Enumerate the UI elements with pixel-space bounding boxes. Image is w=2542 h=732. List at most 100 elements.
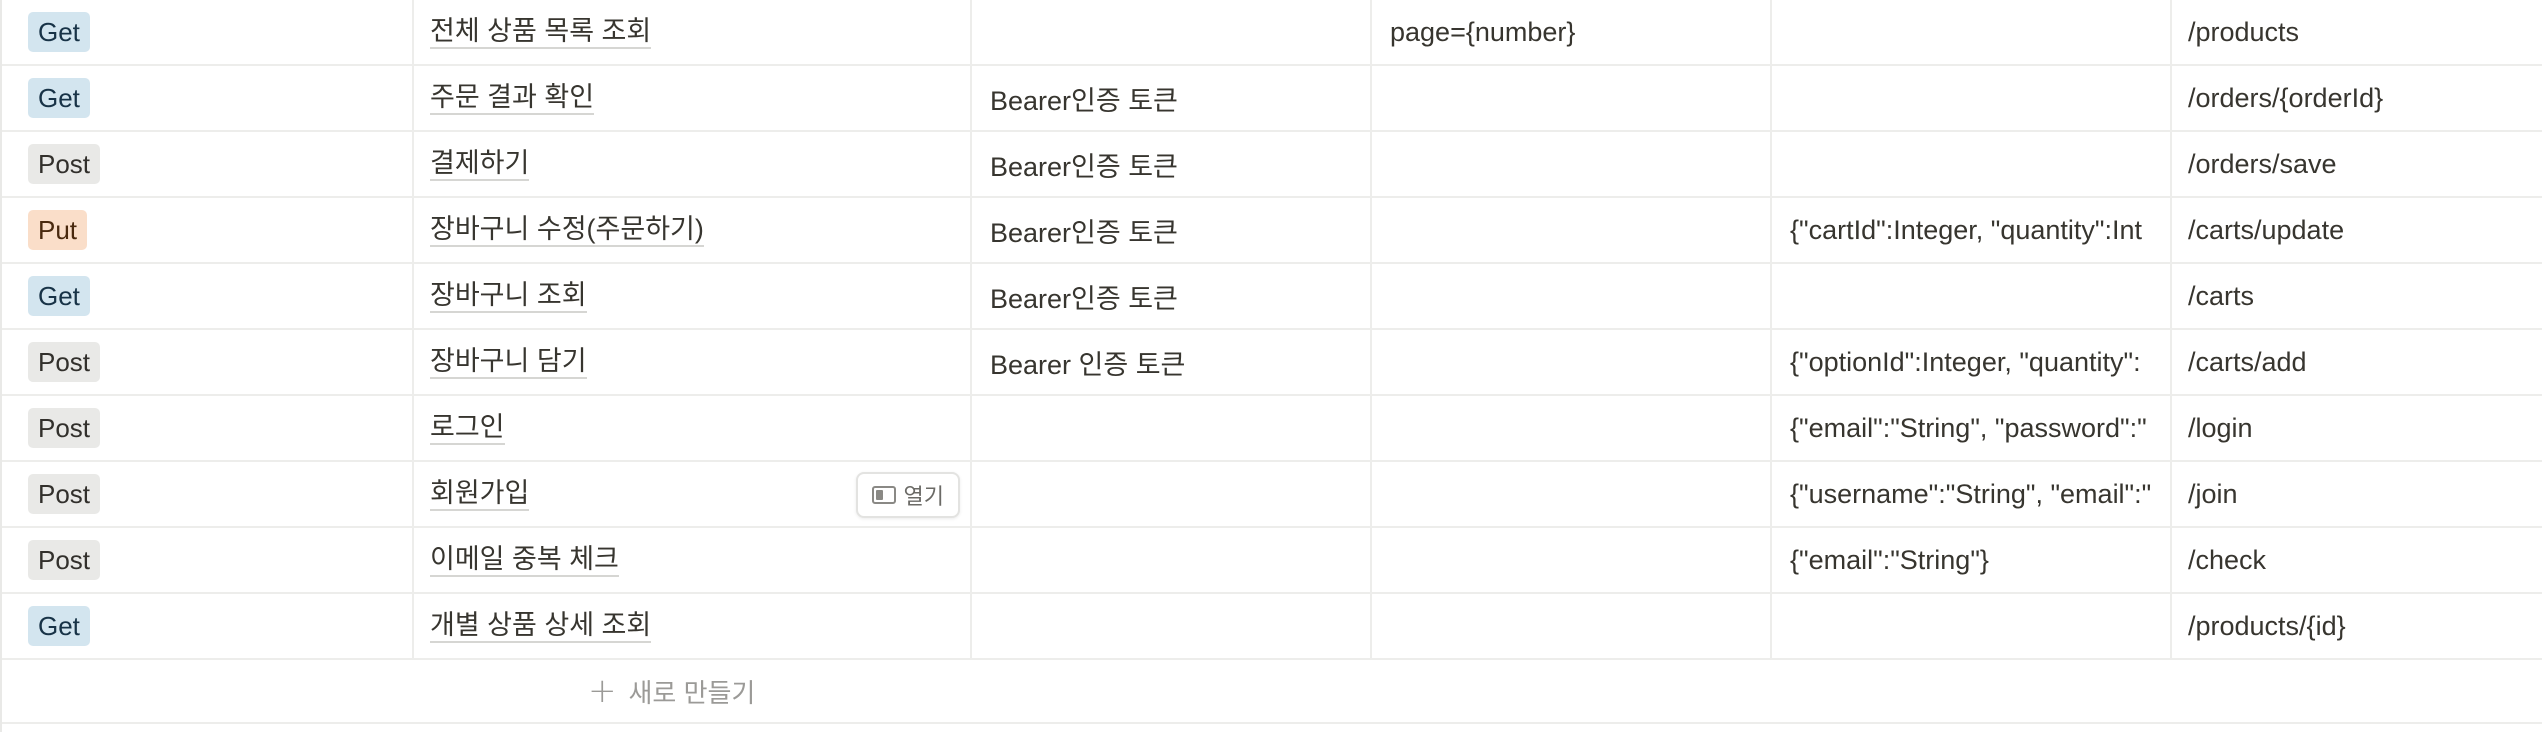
method-tag: Get <box>28 12 90 52</box>
body-cell[interactable] <box>1772 594 2172 658</box>
auth-cell[interactable] <box>972 0 1372 64</box>
endpoint-cell[interactable]: /carts/add <box>2172 330 2542 394</box>
method-cell[interactable]: Get <box>2 594 414 658</box>
method-cell[interactable]: Post <box>2 330 414 394</box>
side-peek-icon <box>871 486 896 504</box>
row-title[interactable]: 주문 결과 확인 <box>430 81 595 115</box>
body-cell[interactable]: {"optionId":Integer, "quantity": <box>1772 330 2172 394</box>
new-row-button[interactable]: + 새로 만들기 <box>588 660 755 722</box>
row-title[interactable]: 회원가입 <box>430 477 530 511</box>
title-cell[interactable]: 로그인 <box>414 396 972 460</box>
auth-cell[interactable]: Bearer인증 토큰 <box>972 264 1372 328</box>
param-cell[interactable] <box>1372 330 1772 394</box>
endpoint-value: /orders/save <box>2188 148 2337 179</box>
param-cell[interactable] <box>1372 264 1772 328</box>
endpoint-cell[interactable]: /carts/update <box>2172 198 2542 262</box>
method-cell[interactable]: Post <box>2 132 414 196</box>
row-title[interactable]: 장바구니 담기 <box>430 345 587 379</box>
auth-value: Bearer인증 토큰 <box>990 85 1178 116</box>
endpoint-value: /check <box>2188 544 2267 575</box>
title-cell[interactable]: 이메일 중복 체크 <box>414 528 972 592</box>
method-cell[interactable]: Post <box>2 528 414 592</box>
method-cell[interactable]: Post <box>2 462 414 526</box>
body-cell[interactable]: {"email":"String"} <box>1772 528 2172 592</box>
body-cell[interactable] <box>1772 264 2172 328</box>
api-table: Get 전체 상품 목록 조회 page={number} /products … <box>0 0 2542 732</box>
endpoint-cell[interactable]: /carts <box>2172 264 2542 328</box>
body-cell[interactable]: {"username":"String", "email":" <box>1772 462 2172 526</box>
method-tag: Post <box>28 408 101 448</box>
auth-cell[interactable]: Bearer인증 토큰 <box>972 66 1372 130</box>
row-title[interactable]: 결제하기 <box>430 147 530 181</box>
body-cell[interactable]: {"email":"String", "password":" <box>1772 396 2172 460</box>
auth-cell[interactable] <box>972 528 1372 592</box>
method-tag: Post <box>28 144 101 184</box>
body-cell[interactable] <box>1772 132 2172 196</box>
row-title[interactable]: 개별 상품 상세 조회 <box>430 609 652 643</box>
endpoint-cell[interactable]: /products/{id} <box>2172 594 2542 658</box>
row-title[interactable]: 장바구니 수정(주문하기) <box>430 213 704 247</box>
param-cell[interactable] <box>1372 66 1772 130</box>
open-page-button[interactable]: 열기 <box>855 472 960 518</box>
body-cell[interactable] <box>1772 0 2172 64</box>
auth-cell[interactable]: Bearer인증 토큰 <box>972 132 1372 196</box>
auth-cell[interactable] <box>972 462 1372 526</box>
method-tag: Put <box>28 210 88 250</box>
title-cell[interactable]: 장바구니 수정(주문하기) <box>414 198 972 262</box>
table-row: Post 회원가입 열기 {"username":"String", "emai… <box>2 462 2542 528</box>
title-cell[interactable]: 결제하기 <box>414 132 972 196</box>
param-cell[interactable] <box>1372 198 1772 262</box>
plus-icon: + <box>588 671 617 711</box>
table-row: Put 장바구니 수정(주문하기) Bearer인증 토큰 {"cartId":… <box>2 198 2542 264</box>
endpoint-cell[interactable]: /products <box>2172 0 2542 64</box>
method-cell[interactable]: Get <box>2 66 414 130</box>
method-cell[interactable]: Post <box>2 396 414 460</box>
auth-cell[interactable] <box>972 594 1372 658</box>
body-cell[interactable] <box>1772 66 2172 130</box>
body-cell[interactable]: {"cartId":Integer, "quantity":Int <box>1772 198 2172 262</box>
endpoint-cell[interactable]: /login <box>2172 396 2542 460</box>
table-row: Post 장바구니 담기 Bearer 인증 토큰 {"optionId":In… <box>2 330 2542 396</box>
param-cell[interactable] <box>1372 462 1772 526</box>
param-cell[interactable] <box>1372 396 1772 460</box>
method-cell[interactable]: Get <box>2 264 414 328</box>
row-title[interactable]: 장바구니 조회 <box>430 279 587 313</box>
body-value: {"email":"String", "password":" <box>1790 412 2147 443</box>
param-value: page={number} <box>1390 16 1576 47</box>
endpoint-value: /login <box>2188 412 2253 443</box>
title-cell[interactable]: 주문 결과 확인 <box>414 66 972 130</box>
endpoint-cell[interactable]: /join <box>2172 462 2542 526</box>
row-title[interactable]: 전체 상품 목록 조회 <box>430 15 652 49</box>
auth-value: Bearer 인증 토큰 <box>990 349 1186 380</box>
param-cell[interactable] <box>1372 132 1772 196</box>
row-title[interactable]: 이메일 중복 체크 <box>430 543 619 577</box>
auth-cell[interactable] <box>972 396 1372 460</box>
title-cell[interactable]: 장바구니 조회 <box>414 264 972 328</box>
title-cell[interactable]: 전체 상품 목록 조회 <box>414 0 972 64</box>
endpoint-cell[interactable]: /orders/{orderId} <box>2172 66 2542 130</box>
endpoint-cell[interactable]: /check <box>2172 528 2542 592</box>
body-value: {"email":"String"} <box>1790 544 1989 575</box>
param-cell[interactable] <box>1372 594 1772 658</box>
title-cell[interactable]: 장바구니 담기 <box>414 330 972 394</box>
auth-cell[interactable]: Bearer인증 토큰 <box>972 198 1372 262</box>
title-cell[interactable]: 회원가입 열기 <box>414 462 972 526</box>
param-cell[interactable] <box>1372 528 1772 592</box>
endpoint-value: /carts/add <box>2188 346 2307 377</box>
method-tag: Get <box>28 78 90 118</box>
table-body: Get 전체 상품 목록 조회 page={number} /products … <box>2 0 2542 660</box>
auth-value: Bearer인증 토큰 <box>990 283 1178 314</box>
row-title[interactable]: 로그인 <box>430 411 505 445</box>
auth-cell[interactable]: Bearer 인증 토큰 <box>972 330 1372 394</box>
param-cell[interactable]: page={number} <box>1372 0 1772 64</box>
table-row: Post 결제하기 Bearer인증 토큰 /orders/save <box>2 132 2542 198</box>
endpoint-value: /join <box>2188 478 2238 509</box>
table-row: Get 전체 상품 목록 조회 page={number} /products <box>2 0 2542 66</box>
title-cell[interactable]: 개별 상품 상세 조회 <box>414 594 972 658</box>
new-row: + 새로 만들기 <box>2 660 2542 724</box>
new-row-label: 새로 만들기 <box>628 677 756 708</box>
method-cell[interactable]: Get <box>2 0 414 64</box>
auth-value: Bearer인증 토큰 <box>990 151 1178 182</box>
method-cell[interactable]: Put <box>2 198 414 262</box>
endpoint-cell[interactable]: /orders/save <box>2172 132 2542 196</box>
